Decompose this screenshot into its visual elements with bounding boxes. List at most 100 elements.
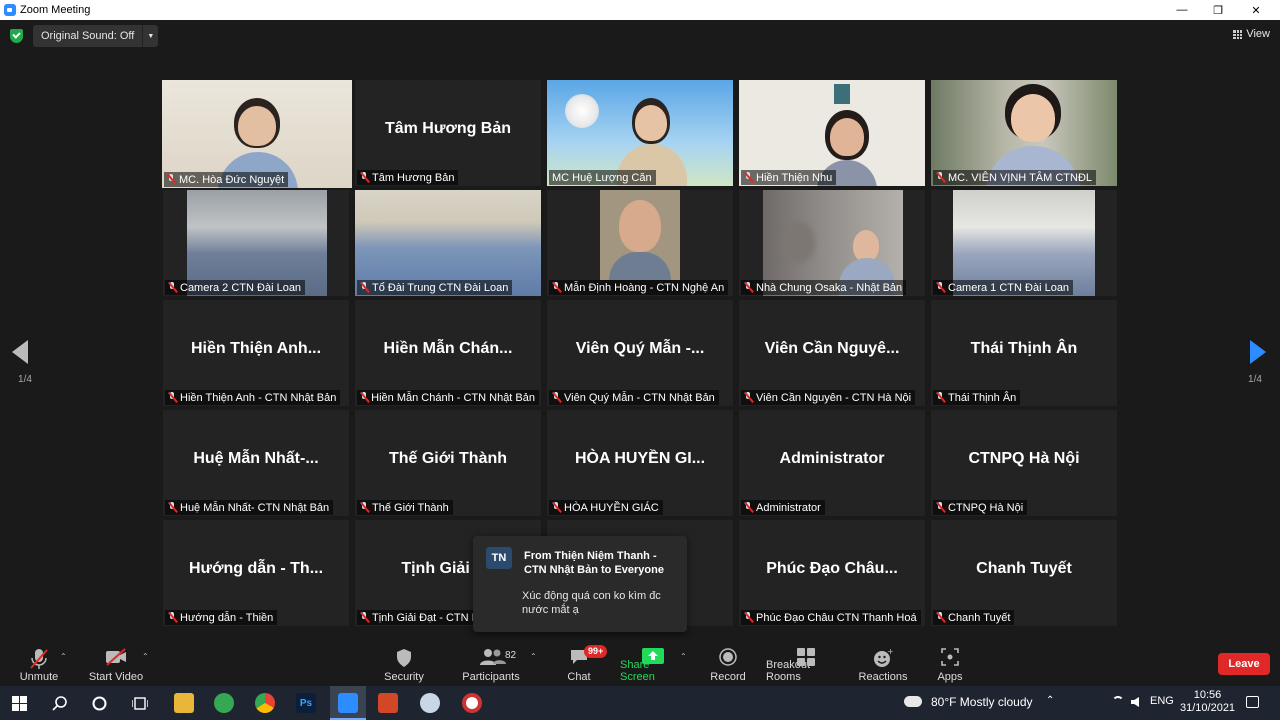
leave-button[interactable]: Leave <box>1218 653 1270 675</box>
video-tile[interactable]: Chanh Tuyết Chanh Tuyết <box>931 520 1117 626</box>
video-options-caret-icon[interactable]: ⌃ <box>142 652 149 661</box>
minimize-button[interactable]: — <box>1164 0 1200 20</box>
share-caret-icon[interactable]: ⌃ <box>680 652 687 661</box>
video-tile[interactable]: Administrator Administrator <box>739 410 925 516</box>
app-icon-green[interactable] <box>214 693 234 713</box>
muted-mic-icon <box>360 282 369 293</box>
video-tile[interactable]: Camera 1 CTN Đài Loan <box>931 190 1117 296</box>
volume-icon[interactable] <box>1131 697 1139 707</box>
clock-date: 31/10/2021 <box>1180 702 1236 714</box>
participant-label: Chanh Tuyết <box>933 610 1015 625</box>
cortana-icon[interactable] <box>92 696 107 711</box>
participant-label: Administrator <box>741 500 825 515</box>
chat-notification[interactable]: TN From Thiện Niệm Thanh - CTN Nhật Bản … <box>473 536 687 632</box>
next-page-button[interactable] <box>1250 340 1266 364</box>
video-tile[interactable]: Mẫn Định Hoàng - CTN Nghệ An <box>547 190 733 296</box>
view-button[interactable]: View <box>1233 28 1270 40</box>
start-video-button[interactable]: Start Video <box>88 640 144 686</box>
close-button[interactable]: ✕ <box>1238 0 1274 20</box>
app-icon-cloud[interactable] <box>420 693 440 713</box>
muted-mic-icon <box>552 392 561 403</box>
apps-icon <box>941 648 959 666</box>
file-explorer-icon[interactable] <box>174 693 194 713</box>
avatar: TN <box>486 547 512 569</box>
participants-button[interactable]: Participants <box>460 640 522 686</box>
face <box>635 105 667 141</box>
apps-button[interactable]: Apps <box>930 640 970 686</box>
zoom-app-icon[interactable] <box>338 693 358 713</box>
video-tile[interactable]: Hiền Thiện Nhu <box>739 80 925 186</box>
video-tile[interactable]: Viên Cần Nguyê... Viên Cần Nguyên - CTN … <box>739 300 925 406</box>
reactions-label: Reactions <box>858 671 908 683</box>
search-icon[interactable] <box>52 695 68 711</box>
breakout-rooms-button[interactable]: Breakout Rooms <box>766 640 846 686</box>
participants-caret-icon[interactable]: ⌃ <box>530 652 537 661</box>
video-tile[interactable]: HÒA HUYỀN GI... HÒA HUYỀN GIÁC <box>547 410 733 516</box>
video-tile[interactable]: Nhà Chung Osaka - Nhật Bản <box>739 190 925 296</box>
clock-time: 10:56 <box>1193 689 1222 701</box>
powerpoint-icon[interactable] <box>378 693 398 713</box>
participant-label: Camera 2 CTN Đài Loan <box>165 280 306 295</box>
face <box>619 200 661 252</box>
video-tile[interactable]: Tâm Hương Bản Tâm Hương Bản <box>355 80 541 186</box>
encryption-shield-icon[interactable] <box>10 29 23 43</box>
app-icon-media[interactable] <box>462 693 482 713</box>
audio-options-caret-icon[interactable]: ⌃ <box>60 652 67 661</box>
muted-mic-icon <box>360 392 368 403</box>
page-indicator-left: 1/4 <box>18 374 32 385</box>
video-tile[interactable]: Camera 2 CTN Đài Loan <box>163 190 349 296</box>
network-icon[interactable] <box>1112 696 1124 708</box>
muted-mic-icon <box>360 502 369 513</box>
chrome-icon[interactable] <box>255 693 275 713</box>
video-tile[interactable]: Hiền Thiện Anh... Hiền Thiện Anh - CTN N… <box>163 300 349 406</box>
chat-message: Xúc động quá con ko kìm đc nước mắt ạ <box>522 590 661 616</box>
muted-microphone-icon <box>30 649 48 669</box>
record-button[interactable]: Record <box>708 640 748 686</box>
chat-sender: From Thiện Niệm Thanh - CTN Nhật Bản to … <box>524 550 664 576</box>
maximize-button[interactable]: ❐ <box>1200 0 1236 20</box>
security-label: Security <box>384 671 424 683</box>
unmute-button[interactable]: Unmute <box>14 640 64 686</box>
task-view-icon[interactable] <box>132 696 148 711</box>
windows-start-icon[interactable] <box>12 696 27 711</box>
photoshop-icon[interactable]: Ps <box>296 693 316 713</box>
video-tile[interactable]: Thế Giới Thành Thế Giới Thành <box>355 410 541 516</box>
video-tile[interactable]: MC. VIÊN VỊNH TÂM CTNĐL <box>931 80 1117 186</box>
face <box>830 118 864 156</box>
participant-name: Thế Giới Thành <box>388 450 508 467</box>
shield-icon <box>397 649 411 667</box>
prev-page-button[interactable] <box>12 340 28 364</box>
security-button[interactable]: Security <box>380 640 428 686</box>
video-tile[interactable]: MC Huệ Lượng Căn <box>547 80 733 186</box>
participant-name: Phúc Đạo Châu... <box>766 560 898 577</box>
video-tile[interactable]: Viên Quý Mẫn -... Viên Quý Mẫn - CTN Nhậ… <box>547 300 733 406</box>
muted-mic-icon <box>744 392 753 403</box>
participant-label: Nhà Chung Osaka - Nhật Bản <box>741 280 907 295</box>
participants-label: Participants <box>462 671 520 683</box>
participant-name: Administrator <box>779 450 885 467</box>
system-clock[interactable]: 10:56 31/10/2021 <box>1180 689 1235 715</box>
original-sound-button[interactable]: Original Sound: Off ▼ <box>33 25 159 47</box>
chat-unread-badge: 99+ <box>584 645 608 658</box>
video-tile[interactable]: Thái Thịnh Ân Thái Thịnh Ân <box>931 300 1117 406</box>
reactions-button[interactable]: + Reactions <box>858 640 908 686</box>
video-tile[interactable]: Hướng dẫn - Th... Hướng dẫn - Thiền <box>163 520 349 626</box>
weather-text[interactable]: 80°F Mostly cloudy <box>931 695 1033 709</box>
language-indicator[interactable]: ENG <box>1150 695 1174 707</box>
video-tile[interactable]: Tổ Đài Trung CTN Đài Loan <box>355 190 541 296</box>
video-tile[interactable]: Huệ Mẫn Nhất-... Huệ Mẫn Nhất- CTN Nhật … <box>163 410 349 516</box>
video-tile[interactable]: Hiền Mẫn Chán... Hiền Mẫn Chánh - CTN Nh… <box>355 300 541 406</box>
blurred-person <box>781 222 815 262</box>
video-tile[interactable]: MC. Hòa Đức Nguyệt <box>162 80 352 188</box>
notification-icon[interactable] <box>1246 696 1259 708</box>
video-tile[interactable]: CTNPQ Hà Nội CTNPQ Hà Nội <box>931 410 1117 516</box>
chevron-down-icon[interactable]: ▼ <box>142 25 158 47</box>
muted-mic-icon <box>936 392 945 403</box>
muted-mic-icon <box>744 502 753 513</box>
muted-mic-icon <box>168 282 177 293</box>
tray-chevron-icon[interactable]: ⌃ <box>1046 695 1054 706</box>
svg-text:+: + <box>887 648 893 656</box>
participant-label: Viên Quý Mẫn - CTN Nhật Bản <box>549 390 719 405</box>
video-tile[interactable]: Phúc Đạo Châu... Phúc Đạo Châu CTN Thanh… <box>739 520 925 626</box>
share-screen-button[interactable]: Share Screen <box>620 640 686 686</box>
